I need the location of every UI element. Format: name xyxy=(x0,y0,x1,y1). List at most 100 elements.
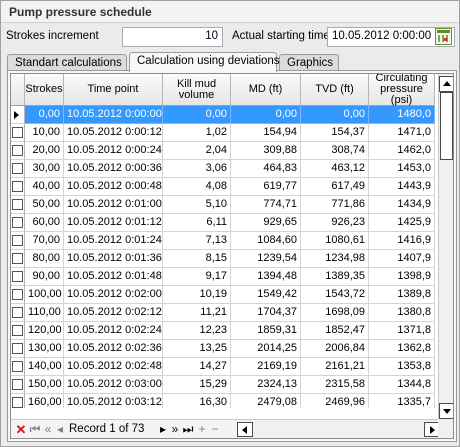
table-cell[interactable]: 10.05.2012 0:00:36 xyxy=(64,160,163,178)
horizontal-scrollbar[interactable] xyxy=(237,419,453,438)
table-cell[interactable]: 1859,31 xyxy=(231,322,301,340)
table-cell[interactable]: 10.05.2012 0:00:00 xyxy=(64,106,163,124)
table-row[interactable]: 150,00 10.05.2012 0:03:00 15,29 2324,13 2315… xyxy=(11,376,435,394)
column-header[interactable]: Strokes xyxy=(25,74,64,106)
table-cell[interactable]: 1480,0 xyxy=(369,106,435,124)
table-cell[interactable]: 10.05.2012 0:01:00 xyxy=(64,196,163,214)
table-cell[interactable]: 14,27 xyxy=(163,358,231,376)
row-checkbox[interactable] xyxy=(11,304,25,322)
table-cell[interactable]: 1425,9 xyxy=(369,214,435,232)
row-checkbox[interactable] xyxy=(11,214,25,232)
table-cell[interactable]: 1704,37 xyxy=(231,304,301,322)
table-row[interactable]: 80,00 10.05.2012 0:01:36 8,15 1239,54 1234,9… xyxy=(11,250,435,268)
table-row[interactable]: 20,00 10.05.2012 0:00:24 2,04 309,88 308,74 1… xyxy=(11,142,435,160)
table-cell[interactable]: 10.05.2012 0:02:00 xyxy=(64,286,163,304)
table-cell[interactable]: 1453,0 xyxy=(369,160,435,178)
table-cell[interactable]: 90,00 xyxy=(25,268,64,286)
table-cell[interactable]: 2324,13 xyxy=(231,376,301,394)
table-cell[interactable]: 2469,96 xyxy=(301,394,369,408)
scroll-down-button[interactable] xyxy=(439,403,453,419)
first-record-icon[interactable]: ⏮ xyxy=(29,422,41,437)
table-cell[interactable]: 0,00 xyxy=(301,106,369,124)
table-cell[interactable]: 120,00 xyxy=(25,322,64,340)
add-icon[interactable]: + xyxy=(196,422,208,437)
table-cell[interactable]: 10.05.2012 0:01:24 xyxy=(64,232,163,250)
table-cell[interactable]: 0,00 xyxy=(25,106,64,124)
table-cell[interactable]: 60,00 xyxy=(25,214,64,232)
current-row-arrow-icon[interactable] xyxy=(11,106,25,124)
table-cell[interactable]: 1,02 xyxy=(163,124,231,142)
table-cell[interactable]: 10.05.2012 0:01:12 xyxy=(64,214,163,232)
table-cell[interactable]: 308,74 xyxy=(301,142,369,160)
table-cell[interactable]: 617,49 xyxy=(301,178,369,196)
table-cell[interactable]: 1543,72 xyxy=(301,286,369,304)
table-cell[interactable]: 1471,0 xyxy=(369,124,435,142)
table-row[interactable]: 90,00 10.05.2012 0:01:48 9,17 1394,48 1389,3… xyxy=(11,268,435,286)
row-checkbox[interactable] xyxy=(11,196,25,214)
row-checkbox[interactable] xyxy=(11,142,25,160)
tab-calculation-using-deviations[interactable]: Calculation using deviations xyxy=(129,52,280,72)
column-header[interactable]: MD (ft) xyxy=(231,74,301,106)
table-cell[interactable]: 1344,8 xyxy=(369,376,435,394)
table-cell[interactable]: 160,00 xyxy=(25,394,64,408)
row-checkbox[interactable] xyxy=(11,268,25,286)
table-cell[interactable]: 30,00 xyxy=(25,160,64,178)
table-cell[interactable]: 70,00 xyxy=(25,232,64,250)
table-row[interactable]: 130,00 10.05.2012 0:02:36 13,25 2014,25 2006… xyxy=(11,340,435,358)
table-cell[interactable]: 6,11 xyxy=(163,214,231,232)
column-header[interactable]: Time point xyxy=(64,74,163,106)
table-cell[interactable]: 10.05.2012 0:02:48 xyxy=(64,358,163,376)
table-cell[interactable]: 1398,9 xyxy=(369,268,435,286)
table-row[interactable]: 40,00 10.05.2012 0:00:48 4,08 619,77 617,49 1… xyxy=(11,178,435,196)
table-cell[interactable]: 11,21 xyxy=(163,304,231,322)
table-cell[interactable]: 929,65 xyxy=(231,214,301,232)
table-cell[interactable]: 1084,60 xyxy=(231,232,301,250)
scroll-left-button[interactable] xyxy=(237,422,253,437)
table-cell[interactable]: 1389,35 xyxy=(301,268,369,286)
table-row[interactable]: 50,00 10.05.2012 0:01:00 5,10 774,71 771,86 1… xyxy=(11,196,435,214)
table-cell[interactable]: 10.05.2012 0:00:12 xyxy=(64,124,163,142)
table-row[interactable]: 0,00 10.05.2012 0:00:00 0,00 0,00 0,00 1480,0 xyxy=(11,106,435,124)
table-cell[interactable]: 10.05.2012 0:00:24 xyxy=(64,142,163,160)
table-cell[interactable]: 619,77 xyxy=(231,178,301,196)
table-cell[interactable]: 100,00 xyxy=(25,286,64,304)
table-cell[interactable]: 1362,8 xyxy=(369,340,435,358)
table-cell[interactable]: 16,30 xyxy=(163,394,231,408)
table-cell[interactable]: 10,19 xyxy=(163,286,231,304)
table-cell[interactable]: 463,12 xyxy=(301,160,369,178)
table-cell[interactable]: 40,00 xyxy=(25,178,64,196)
next-record-icon[interactable]: ▸ xyxy=(158,422,168,437)
table-cell[interactable]: 4,08 xyxy=(163,178,231,196)
table-cell[interactable]: 309,88 xyxy=(231,142,301,160)
table-cell[interactable]: 10.05.2012 0:01:48 xyxy=(64,268,163,286)
tab-standart-calculations[interactable]: Standart calculations xyxy=(7,54,127,71)
calendar-icon[interactable] xyxy=(435,28,452,45)
table-cell[interactable]: 1549,42 xyxy=(231,286,301,304)
row-checkbox[interactable] xyxy=(11,394,25,408)
table-cell[interactable]: 10,00 xyxy=(25,124,64,142)
table-cell[interactable]: 130,00 xyxy=(25,340,64,358)
table-cell[interactable]: 771,86 xyxy=(301,196,369,214)
row-checkbox[interactable] xyxy=(11,322,25,340)
table-cell[interactable]: 2161,21 xyxy=(301,358,369,376)
table-row[interactable]: 110,00 10.05.2012 0:02:12 11,21 1704,37 1698… xyxy=(11,304,435,322)
table-cell[interactable]: 80,00 xyxy=(25,250,64,268)
row-checkbox[interactable] xyxy=(11,358,25,376)
table-cell[interactable]: 154,37 xyxy=(301,124,369,142)
vertical-scrollbar[interactable] xyxy=(438,74,453,420)
table-cell[interactable]: 1416,9 xyxy=(369,232,435,250)
table-cell[interactable]: 5,10 xyxy=(163,196,231,214)
table-cell[interactable]: 9,17 xyxy=(163,268,231,286)
row-checkbox[interactable] xyxy=(11,124,25,142)
table-cell[interactable]: 10.05.2012 0:03:00 xyxy=(64,376,163,394)
tab-graphics[interactable]: Graphics xyxy=(279,54,339,71)
table-cell[interactable]: 1394,48 xyxy=(231,268,301,286)
row-checkbox[interactable] xyxy=(11,232,25,250)
table-cell[interactable]: 774,71 xyxy=(231,196,301,214)
table-cell[interactable]: 150,00 xyxy=(25,376,64,394)
table-cell[interactable]: 1462,0 xyxy=(369,142,435,160)
table-cell[interactable]: 1380,8 xyxy=(369,304,435,322)
scroll-thumb[interactable] xyxy=(440,92,453,160)
table-cell[interactable]: 1698,09 xyxy=(301,304,369,322)
table-cell[interactable]: 1371,8 xyxy=(369,322,435,340)
